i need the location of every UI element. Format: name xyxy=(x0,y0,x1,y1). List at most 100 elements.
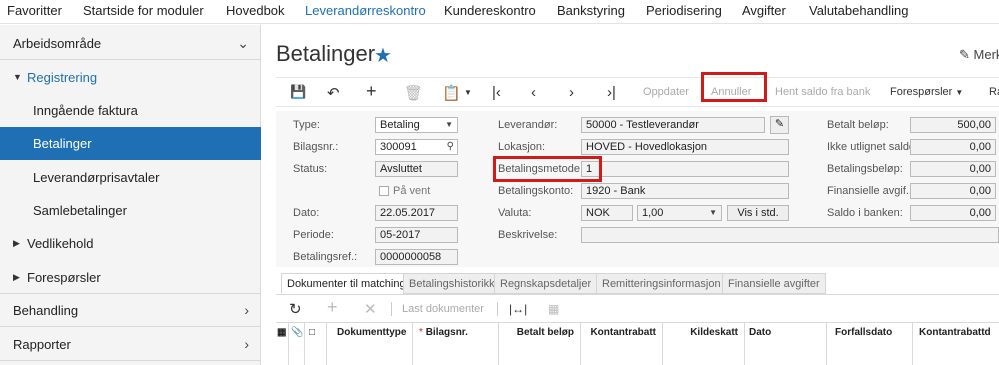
sidebar-vedlikehold-label: Vedlikehold xyxy=(27,236,94,251)
highlight-annuller xyxy=(701,72,767,102)
caret-down-icon: ▼ xyxy=(13,72,22,82)
nav-favoritter[interactable]: Favoritter xyxy=(7,3,62,18)
nav-startside[interactable]: Startside for moduler xyxy=(83,3,204,18)
add-row-icon[interactable]: + xyxy=(327,297,338,318)
foresporsler-label: Forespørsler xyxy=(890,86,953,98)
sidebar-workspace-label: Arbeidsområde xyxy=(13,36,102,51)
leverandor-field: 50000 - Testleverandør xyxy=(581,117,765,133)
add-icon[interactable]: + xyxy=(366,81,377,102)
beskrivelse-label: Beskrivelse: xyxy=(498,229,558,241)
caret-down-icon: ▼ xyxy=(955,88,964,97)
grid-toolbar: ↻ + ✕ Last dokumenter |↔| ▦ xyxy=(276,296,999,322)
valuta-field: NOK xyxy=(581,205,633,221)
save-icon[interactable]: 💾 xyxy=(290,84,306,100)
type-select[interactable]: Betaling ▼ xyxy=(375,117,458,133)
sidebar-registrering[interactable]: ▼ Registrering xyxy=(0,61,261,94)
grid-settings-icon[interactable]: ▦ xyxy=(276,323,289,345)
bilagsnr-value: 300091 xyxy=(380,141,417,153)
pa-vent-checkbox[interactable]: På vent xyxy=(379,185,430,197)
previous-record-icon[interactable]: ‹ xyxy=(531,84,536,101)
nav-avgifter[interactable]: Avgifter xyxy=(742,3,786,18)
vis-i-std-button[interactable]: Vis i std. xyxy=(727,205,789,221)
periode-field: 05-2017 xyxy=(375,227,458,243)
dato-field: 22.05.2017 xyxy=(375,205,458,221)
sidebar-item-inngaende-faktura[interactable]: Inngående faktura xyxy=(0,94,261,127)
nav-leverandorreskontro[interactable]: Leverandørreskontro xyxy=(305,3,426,18)
first-record-icon[interactable]: |‹ xyxy=(492,84,501,101)
col-betalt-belop[interactable]: Betalt beløp xyxy=(499,323,581,345)
status-label: Status: xyxy=(293,163,328,175)
sidebar-behandling[interactable]: Behandling › xyxy=(0,294,261,327)
star-icon[interactable]: ★ xyxy=(374,43,392,68)
status-field: Avsluttet xyxy=(375,161,458,177)
col-bilagsnr[interactable]: * Bilagsnr. xyxy=(413,323,499,345)
kurs-value: 1,00 xyxy=(642,207,664,219)
grid-column-body xyxy=(581,345,663,365)
fit-columns-icon[interactable]: |↔| xyxy=(509,302,527,316)
refresh-icon[interactable]: ↻ xyxy=(289,300,302,318)
saldo-i-banken-field: 0,00 xyxy=(910,205,996,221)
tab-dokumenter-til-matching[interactable]: Dokumenter til matching xyxy=(281,273,412,294)
tab-regnskapsdetaljer[interactable]: Regnskapsdetaljer xyxy=(494,273,598,294)
next-record-icon[interactable]: › xyxy=(569,84,574,101)
col-dato[interactable]: Dato xyxy=(745,323,827,345)
finansielle-avgifter-label: Finansielle avgif... xyxy=(827,185,916,197)
bilagsnr-field[interactable]: 300091 ⚲ xyxy=(375,139,458,155)
grid-column-body xyxy=(289,345,305,365)
ikke-utlignet-label: Ikke utlignet saldo: xyxy=(827,141,919,153)
sidebar-foresporsler[interactable]: ▶ Forespørsler xyxy=(0,261,261,294)
lokasjon-field: HOVED - Hovedlokasjon xyxy=(581,139,789,155)
sidebar-item-betalinger[interactable]: Betalinger xyxy=(0,127,261,160)
sidebar-registrering-label: Registrering xyxy=(27,70,98,85)
betalingsbelop-label: Betalingsbeløp: xyxy=(827,163,903,175)
chevron-down-icon[interactable]: ▼ xyxy=(464,88,472,97)
last-dokumenter-button[interactable]: Last dokumenter xyxy=(402,303,484,315)
tab-finansielle-avgifter[interactable]: Finansielle avgifter xyxy=(722,273,826,294)
sidebar-rapporter[interactable]: Rapporter › xyxy=(0,328,261,361)
grid-column-body xyxy=(663,345,745,365)
sidebar-item-label: Betalinger xyxy=(33,136,92,151)
chevron-down-icon: ▼ xyxy=(709,208,717,217)
delete-row-icon[interactable]: ✕ xyxy=(364,300,377,318)
sidebar-item-label: Inngående faktura xyxy=(33,103,138,118)
sidebar-behandling-label: Behandling xyxy=(13,303,79,318)
oppdater-button[interactable]: Oppdater xyxy=(643,86,689,98)
copy-paste-icon[interactable]: 📋 xyxy=(442,84,461,102)
merk-button[interactable]: ✎ Merk xyxy=(959,47,999,63)
delete-icon[interactable]: 🗑 xyxy=(404,84,423,102)
nav-valutabehandling[interactable]: Valutabehandling xyxy=(809,3,909,18)
leverandor-label: Leverandør: xyxy=(498,119,558,131)
tab-betalingshistorikk[interactable]: Betalingshistorikk xyxy=(403,273,501,294)
nav-kundereskontro[interactable]: Kundereskontro xyxy=(444,3,536,18)
nav-periodisering[interactable]: Periodisering xyxy=(646,3,722,18)
type-value: Betaling xyxy=(380,119,420,131)
more-menu[interactable]: Ra xyxy=(989,86,999,98)
col-kontantrabattd[interactable]: Kontantrabattd xyxy=(913,323,999,345)
kurs-select[interactable]: 1,00 ▼ xyxy=(637,205,722,221)
sidebar-vedlikehold[interactable]: ▶ Vedlikehold xyxy=(0,227,261,260)
attachment-icon: 📎 xyxy=(289,323,305,345)
col-kildeskatt[interactable]: Kildeskatt xyxy=(663,323,745,345)
col-dokumenttype[interactable]: Dokumenttype xyxy=(327,323,413,345)
last-record-icon[interactable]: ›| xyxy=(607,84,616,101)
sidebar-item-samlebetalinger[interactable]: Samlebetalinger xyxy=(0,194,261,227)
export-excel-icon[interactable]: ▦ xyxy=(548,302,559,316)
sidebar-workspace[interactable]: Arbeidsområde ⌄ xyxy=(0,27,261,60)
sidebar-foresporsler-label: Forespørsler xyxy=(27,270,101,285)
top-navigation: Favoritter Startside for moduler Hovedbo… xyxy=(0,0,999,24)
col-kontantrabatt[interactable]: Kontantrabatt xyxy=(581,323,663,345)
hent-saldo-button[interactable]: Hent saldo fra bank xyxy=(775,86,870,98)
nav-hovedbok[interactable]: Hovedbok xyxy=(226,3,285,18)
tab-remitteringsinformasjon[interactable]: Remitteringsinformasjon xyxy=(596,273,727,294)
nav-bankstyring[interactable]: Bankstyring xyxy=(557,3,625,18)
sidebar-item-leverandorprisavtaler[interactable]: Leverandørprisavtaler xyxy=(0,161,261,194)
search-icon[interactable]: ⚲ xyxy=(447,140,454,154)
grid-column-body xyxy=(327,345,413,365)
undo-icon[interactable]: ↶ xyxy=(327,84,340,102)
valuta-label: Valuta: xyxy=(498,207,532,219)
checkbox-box xyxy=(379,186,389,197)
edit-leverandor-button[interactable]: ✎ xyxy=(770,116,789,134)
col-forfallsdato[interactable]: Forfallsdato xyxy=(827,323,913,345)
foresporsler-menu[interactable]: Forespørsler ▼ xyxy=(890,86,963,98)
documents-grid: ▦ 📎 □ Dokumenttype * Bilagsnr. Betalt be… xyxy=(276,322,999,365)
